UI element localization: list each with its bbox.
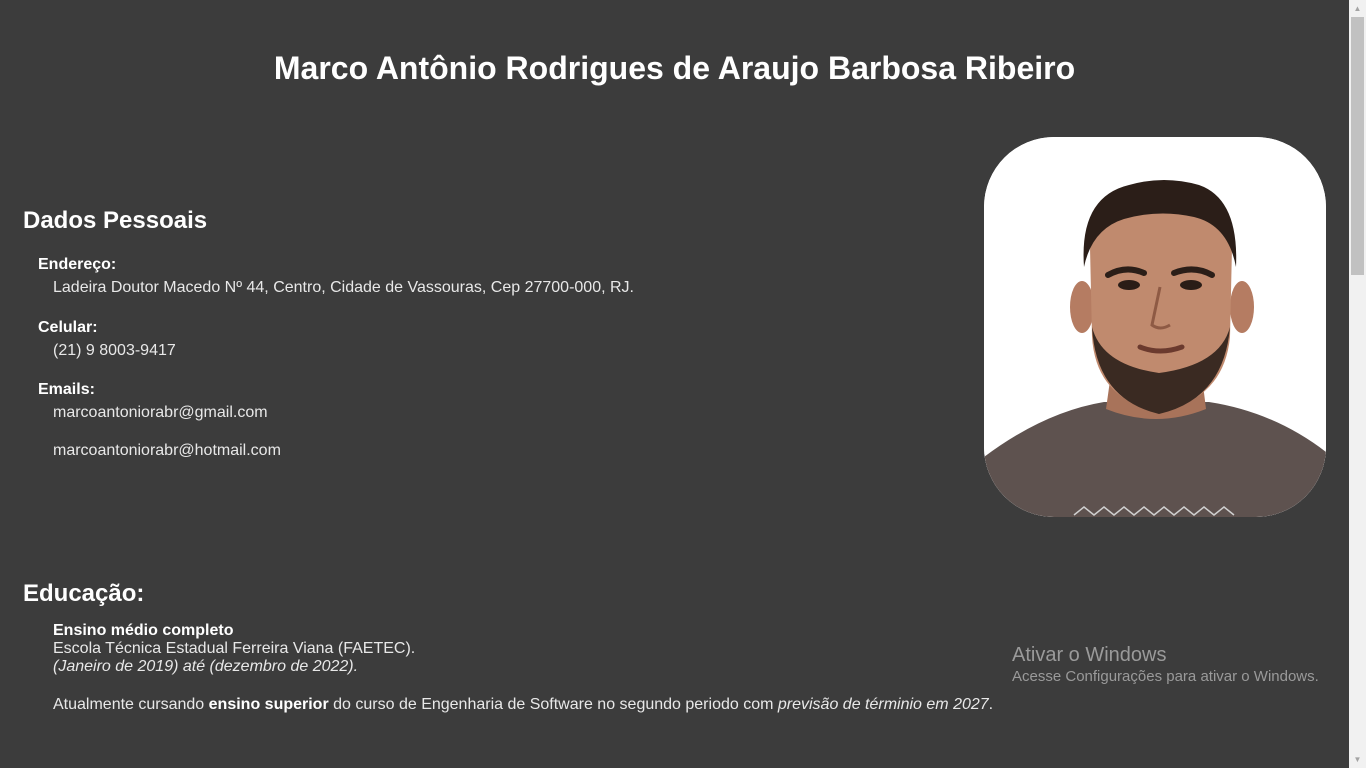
windows-activation-watermark: Ativar o Windows Acesse Configurações pa… (1012, 643, 1319, 687)
watermark-title: Ativar o Windows (1012, 644, 1167, 666)
resume-page: Marco Antônio Rodrigues de Araujo Barbos… (0, 0, 1349, 768)
profile-photo (984, 137, 1326, 517)
personal-data-heading: Dados Pessoais (23, 207, 208, 234)
phone-value: (21) 9 8003-9417 (53, 342, 176, 359)
education-heading: Educação: (23, 580, 145, 607)
email-hotmail: marcoantoniorabr@hotmail.com (53, 442, 281, 459)
address-label: Endereço: (38, 256, 117, 273)
education-current-middle: do curso de Engenharia de Software no se… (328, 696, 778, 713)
education-school: Escola Técnica Estadual Ferreira Viana (… (53, 640, 416, 657)
education-period: (Janeiro de 2019) até (dezembro de 2022)… (53, 658, 359, 675)
triangle-down-icon[interactable]: ▼ (1349, 751, 1366, 768)
triangle-up-icon[interactable]: ▲ (1349, 0, 1366, 17)
education-current: Atualmente cursando ensino superior do c… (53, 696, 993, 714)
education-current-italic: previsão de términio em 2027 (777, 696, 989, 713)
email-gmail: marcoantoniorabr@gmail.com (53, 404, 268, 421)
education-current-suffix: . (988, 696, 994, 713)
phone-label: Celular: (38, 319, 98, 336)
emails-label: Emails: (38, 381, 95, 398)
education-current-prefix: Atualmente cursando (53, 696, 209, 713)
education-degree: Ensino médio completo (53, 622, 234, 639)
page-title: Marco Antônio Rodrigues de Araujo Barbos… (273, 50, 1076, 86)
scrollbar-thumb[interactable] (1351, 17, 1364, 275)
watermark-subtitle: Acesse Configurações para ativar o Windo… (1012, 668, 1319, 685)
address-value: Ladeira Doutor Macedo Nº 44, Centro, Cid… (53, 279, 634, 296)
education-current-bold: ensino superior (208, 696, 329, 713)
vertical-scrollbar[interactable]: ▲ ▼ (1349, 0, 1366, 768)
